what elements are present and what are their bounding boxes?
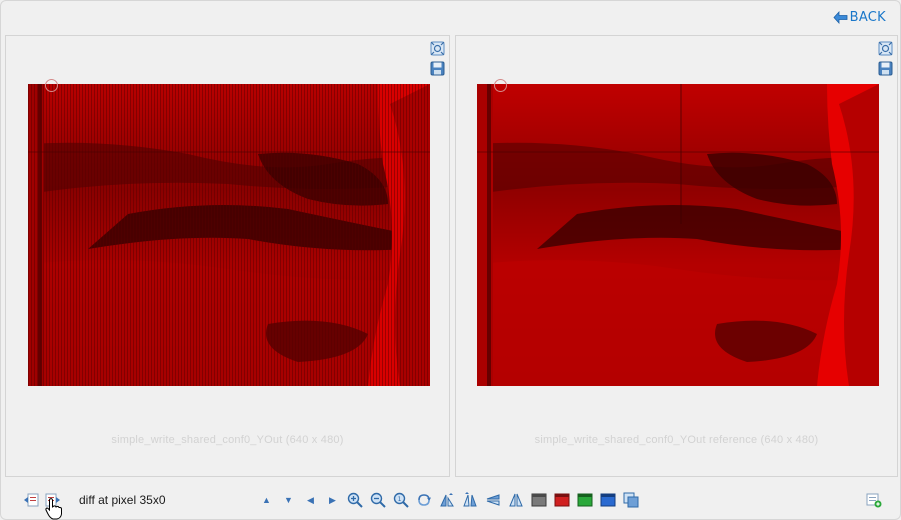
red-channel-icon[interactable] xyxy=(554,492,570,508)
grayscale-channel-icon[interactable] xyxy=(531,492,547,508)
result-image-render xyxy=(28,84,430,386)
result-image-panel: simple_write_shared_conf0_YOut (640 x 48… xyxy=(5,35,450,477)
fit-screen-icon[interactable] xyxy=(430,41,445,56)
overlay-icon[interactable] xyxy=(623,492,639,508)
result-image-caption: simple_write_shared_conf0_YOut (640 x 48… xyxy=(111,434,344,446)
flip-vertical-icon[interactable] xyxy=(439,492,455,508)
hand-cursor-icon xyxy=(45,498,62,520)
arrow-up-icon[interactable]: ▲ xyxy=(259,493,274,508)
export-tools xyxy=(866,492,882,508)
rotate-icon[interactable] xyxy=(416,492,432,508)
reference-image-panel: simple_write_shared_conf0_YOut reference… xyxy=(455,35,898,477)
diff-status-text: diff at pixel 35x0 xyxy=(79,493,166,507)
add-report-icon[interactable] xyxy=(866,492,882,508)
zoom-fit-icon[interactable]: 1 xyxy=(393,492,409,508)
save-icon[interactable] xyxy=(430,61,445,76)
reference-image-caption: simple_write_shared_conf0_YOut reference… xyxy=(534,434,819,446)
bottom-toolbar: diff at pixel 35x0 ▲ ▼ ◀ ▶ 1 xyxy=(1,479,900,520)
reference-image[interactable] xyxy=(477,84,879,386)
zoom-in-icon[interactable] xyxy=(347,492,363,508)
reference-image-render xyxy=(477,84,879,386)
header: BACK xyxy=(1,1,900,35)
back-arrow-icon xyxy=(833,11,848,24)
green-channel-icon[interactable] xyxy=(577,492,593,508)
previous-diff-icon[interactable] xyxy=(23,492,39,508)
back-label: BACK xyxy=(849,10,886,25)
arrow-down-icon[interactable]: ▼ xyxy=(281,493,296,508)
zoom-out-icon[interactable] xyxy=(370,492,386,508)
fit-screen-icon[interactable] xyxy=(878,41,893,56)
panel-tools xyxy=(430,41,445,76)
blue-channel-icon[interactable] xyxy=(600,492,616,508)
flip-horizontal-icon[interactable] xyxy=(485,492,501,508)
diff-pixel-marker xyxy=(45,79,58,92)
svg-text:1: 1 xyxy=(398,496,402,503)
back-button[interactable]: BACK xyxy=(833,10,886,25)
flip-icon[interactable] xyxy=(508,492,524,508)
mirror-icon[interactable] xyxy=(462,492,478,508)
result-image[interactable] xyxy=(28,84,430,386)
arrow-right-icon[interactable]: ▶ xyxy=(325,493,340,508)
image-diff-window: BACK simple_write_shared_conf0_YOut (640… xyxy=(0,0,901,520)
save-icon[interactable] xyxy=(878,61,893,76)
arrow-left-icon[interactable]: ◀ xyxy=(303,493,318,508)
panel-tools xyxy=(878,41,893,76)
image-tools: ▲ ▼ ◀ ▶ 1 xyxy=(259,492,639,508)
diff-pixel-marker xyxy=(494,79,507,92)
